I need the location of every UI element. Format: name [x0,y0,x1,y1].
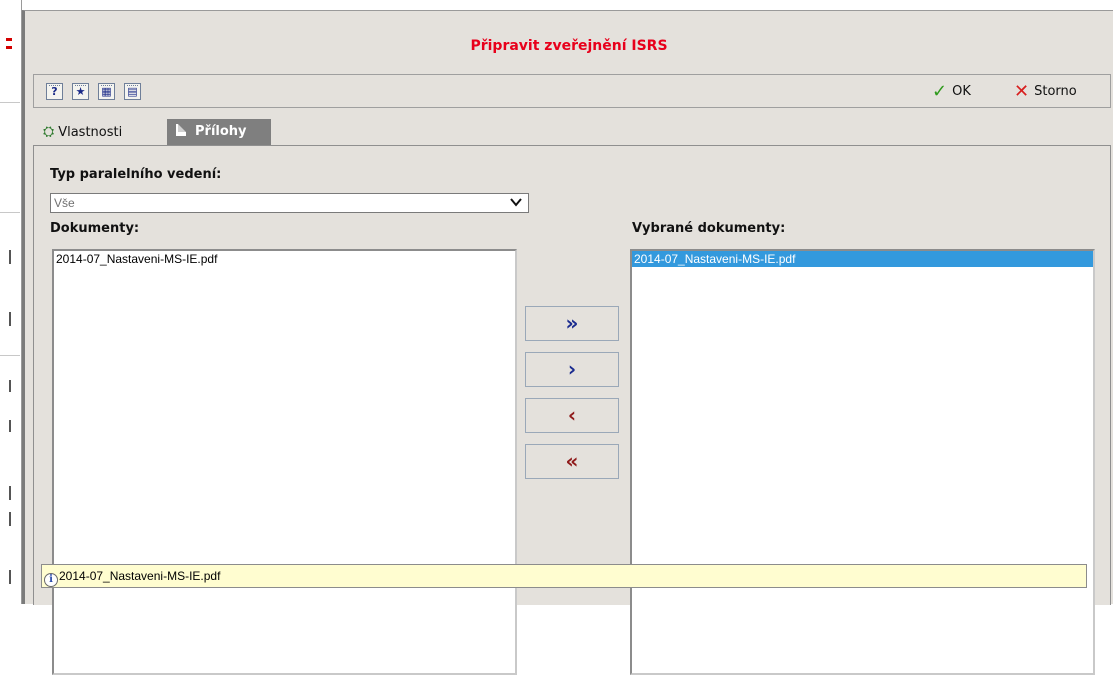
background-divider [0,102,20,103]
dialog-title: Připravit zveřejnění ISRS [470,38,668,54]
help-icon[interactable]: ? [46,83,63,100]
ok-label: OK [952,84,971,99]
tab-prilohy[interactable]: Přílohy [167,119,271,145]
document-icon [176,124,186,136]
ok-button[interactable]: ✓ OK [932,81,971,103]
storno-button[interactable]: ✕ Storno [1014,81,1077,103]
dialog-toolbar: ? ★ ▦ ▤ ✓ OK ✕ Storno [33,74,1111,108]
prepare-publication-dialog: Připravit zveřejnění ISRS ? ★ ▦ ▤ ✓ OK ✕ S… [22,10,1113,675]
close-icon: ✕ [1014,81,1030,102]
info-icon: i [44,573,58,587]
tab-vlastnosti[interactable]: ⛭ Vlastnosti [43,119,122,145]
add-selected-button[interactable]: › [525,352,619,387]
background-glyph [9,250,11,264]
parallel-type-label: Typ paralelního vedení: [50,167,222,182]
checkmark-icon: ✓ [932,81,948,102]
background-mark [6,46,12,49]
attachments-panel: Typ paralelního vedení: Vše Dokumenty: V… [33,145,1111,675]
background-divider [0,355,20,356]
tab-label: Vlastnosti [58,125,123,140]
tab-label: Přílohy [195,124,247,139]
background-glyph [9,420,11,432]
parallel-type-value: Vše [54,196,75,210]
parallel-type-select[interactable]: Vše [50,193,529,213]
list-item[interactable]: 2014-07_Nastaveni-MS-IE.pdf [54,251,515,267]
background-glyph [9,380,11,392]
selected-documents-label: Vybrané dokumenty: [632,221,786,236]
remove-selected-button[interactable]: ‹ [525,398,619,433]
selected-documents-list[interactable]: 2014-07_Nastaveni-MS-IE.pdf [630,249,1095,675]
background-mark [6,38,12,41]
properties-icon: ⛭ [43,124,55,140]
favorite-icon[interactable]: ★ [72,83,89,100]
calendar-icon[interactable]: ▦ [98,83,115,100]
info-bar: i 2014-07_Nastaveni-MS-IE.pdf [41,564,1087,588]
background-glyph [9,312,11,326]
background-glyph [9,486,11,500]
documents-label: Dokumenty: [50,221,140,236]
background-glyph [9,512,11,526]
background-divider [0,212,20,213]
add-all-button[interactable]: » [525,306,619,341]
chevron-down-icon [510,198,522,207]
form-icon[interactable]: ▤ [124,83,141,100]
background-glyph [9,570,11,584]
info-text: 2014-07_Nastaveni-MS-IE.pdf [59,569,221,583]
documents-list[interactable]: 2014-07_Nastaveni-MS-IE.pdf [52,249,517,675]
list-item[interactable]: 2014-07_Nastaveni-MS-IE.pdf [632,251,1093,267]
storno-label: Storno [1034,84,1077,99]
remove-all-button[interactable]: « [525,444,619,479]
background-page-edge [0,0,22,604]
